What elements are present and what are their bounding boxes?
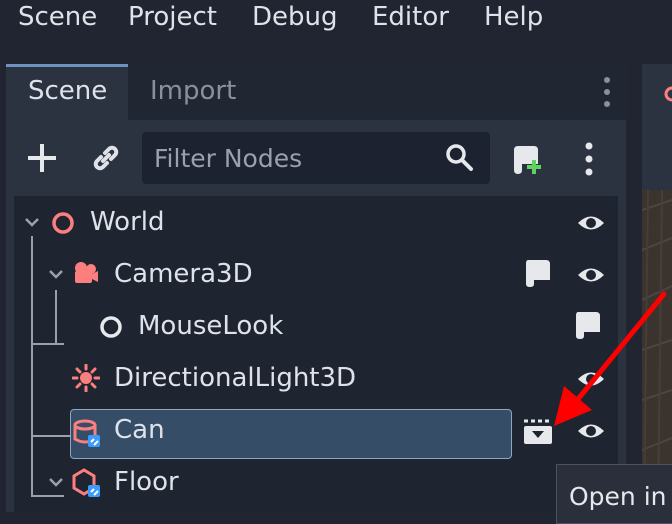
tree-item-can[interactable]: Can xyxy=(114,414,165,446)
sun-icon xyxy=(71,363,101,396)
node-icon xyxy=(98,314,124,344)
instanced-scene-icon xyxy=(72,418,102,452)
link-icon[interactable] xyxy=(90,142,122,178)
tree-item-mouselook[interactable]: MouseLook xyxy=(138,310,283,342)
tab-scene[interactable]: Scene xyxy=(6,64,128,120)
tree-item-camera3d[interactable]: Camera3D xyxy=(114,258,253,290)
tree-item-floor[interactable]: Floor xyxy=(114,466,179,498)
tooltip: Open in xyxy=(556,464,672,524)
scene-dock: Scene Import Filter Nodes World Camera3D… xyxy=(6,64,626,512)
dock-tab-bar: Scene Import xyxy=(6,64,626,120)
menu-scene[interactable]: Scene xyxy=(18,0,97,34)
node3d-icon xyxy=(50,210,76,240)
tree-item-world[interactable]: World xyxy=(90,206,165,238)
viewport-tab-icon[interactable] xyxy=(664,84,672,108)
annotation-arrow xyxy=(554,291,667,426)
dock-menu-icon[interactable] xyxy=(602,76,612,112)
visibility-eye-icon[interactable] xyxy=(576,210,606,240)
camera-icon xyxy=(72,260,100,290)
plus-icon[interactable] xyxy=(26,142,58,178)
menu-bar: Scene Project Debug Editor Help xyxy=(0,0,672,62)
attach-script-icon[interactable] xyxy=(512,142,546,180)
vertical-dots-icon[interactable] xyxy=(584,142,594,180)
menu-editor[interactable]: Editor xyxy=(372,0,449,34)
menu-project[interactable]: Project xyxy=(128,0,217,34)
filter-nodes-field xyxy=(142,132,490,184)
scene-tree: World Camera3D MouseLook DirectionalLigh… xyxy=(14,196,618,512)
search-icon xyxy=(444,142,474,176)
tree-guide-lines xyxy=(31,236,70,497)
tree-item-directionallight3d[interactable]: DirectionalLight3D xyxy=(114,362,356,394)
collapse-world-icon[interactable] xyxy=(24,214,40,234)
instanced-scene-icon xyxy=(72,468,102,502)
menu-debug[interactable]: Debug xyxy=(252,0,338,34)
collapse-camera-icon[interactable] xyxy=(48,266,64,286)
collapse-floor-icon[interactable] xyxy=(48,474,64,494)
tab-import[interactable]: Import xyxy=(150,75,236,107)
menu-help[interactable]: Help xyxy=(484,0,543,34)
filter-nodes-input[interactable] xyxy=(154,140,434,176)
tab-scene-label: Scene xyxy=(28,76,108,106)
tooltip-text: Open in xyxy=(569,482,667,511)
